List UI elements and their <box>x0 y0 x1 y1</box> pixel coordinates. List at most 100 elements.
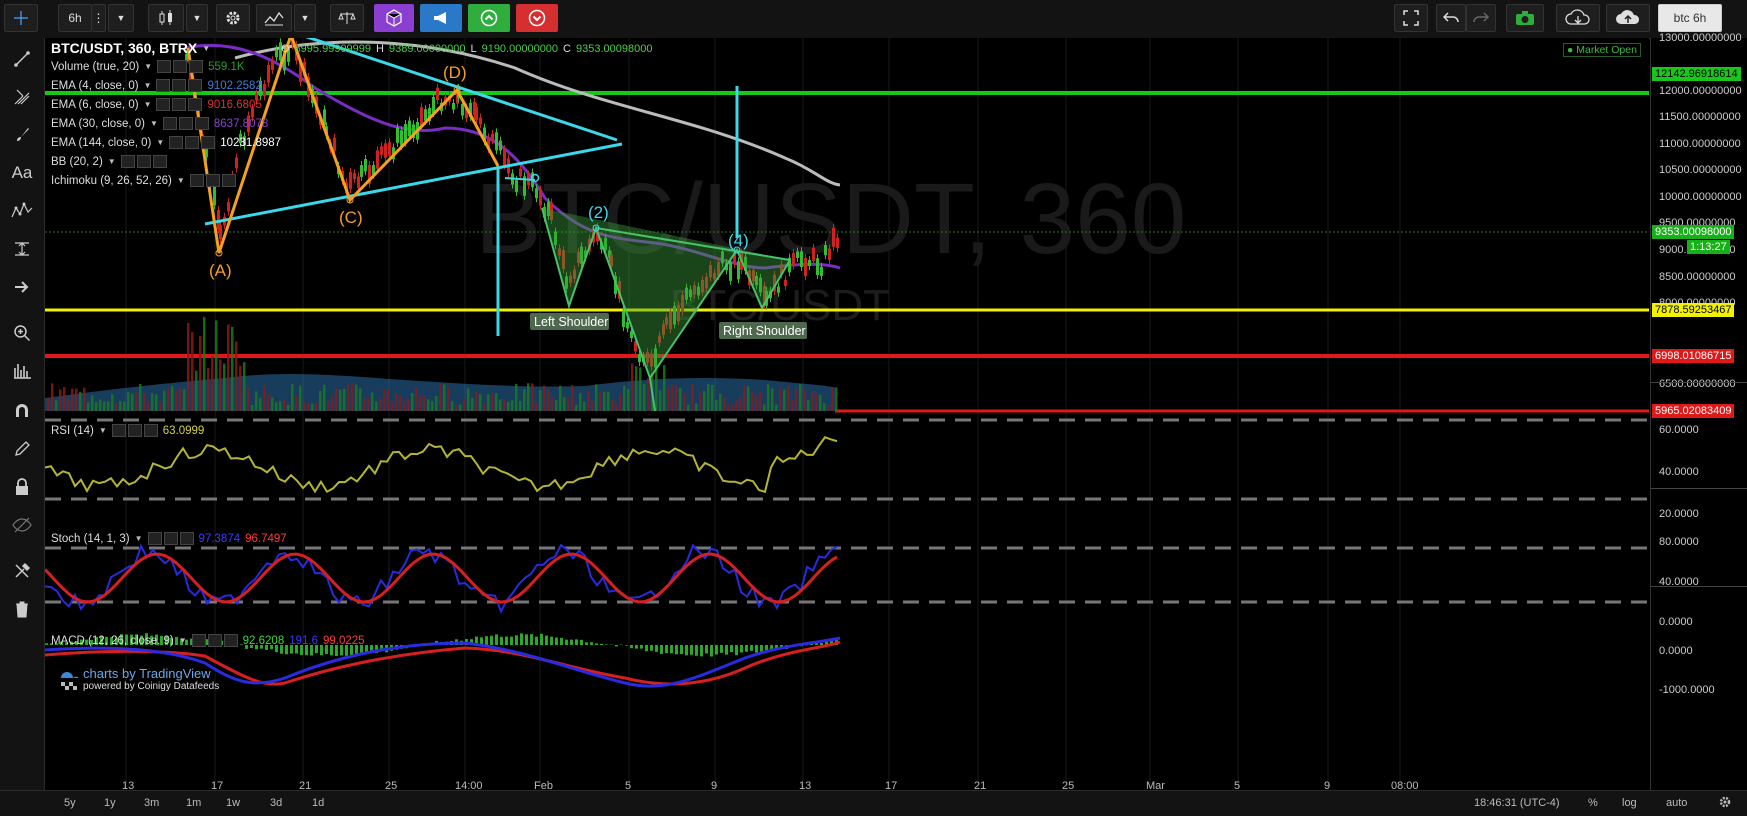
price-tick-label: 11500.00000000 <box>1659 111 1741 123</box>
indicator-label: Ichimoku (9, 26, 52, 26) <box>51 175 172 187</box>
range-button[interactable]: 5y <box>64 797 76 809</box>
indicator-legend-item[interactable]: EMA (144, close, 0)▼10231.8987 <box>51 136 281 149</box>
symbol-search-input[interactable]: btc 6h <box>1658 4 1722 32</box>
macd-axis-neg1000: -1000.0000 <box>1659 684 1715 696</box>
indicator-label: EMA (4, close, 0) <box>51 80 139 92</box>
ohlc-readout: O8995.99999999 H9389.00000000 L9190.0000… <box>281 43 652 55</box>
wave-label-2[interactable]: (2) <box>588 203 609 222</box>
indicator-label: EMA (144, close, 0) <box>51 137 151 149</box>
auto-scale-toggle[interactable]: auto <box>1666 797 1687 809</box>
indicator-value: 9016.6805 <box>207 99 261 111</box>
more-intervals-icon[interactable]: ⋮ <box>92 4 106 32</box>
percent-scale-toggle[interactable]: % <box>1588 797 1598 809</box>
text-tool-icon[interactable]: Aa <box>8 160 36 186</box>
settings-icon[interactable] <box>1718 795 1732 812</box>
settings-gear-icon[interactable] <box>216 4 250 32</box>
indicator-legend-item[interactable]: EMA (30, close, 0)▼8637.8078 <box>51 117 268 130</box>
range-button[interactable]: 1w <box>226 797 240 809</box>
candles-icon[interactable] <box>148 4 184 32</box>
rsi-axis-40: 40.0000 <box>1659 466 1699 478</box>
undo-icon[interactable] <box>1436 4 1466 32</box>
megaphone-icon[interactable] <box>420 4 462 32</box>
price-badge: 6998.01086715 <box>1652 349 1734 363</box>
range-button[interactable]: 1y <box>104 797 116 809</box>
wave-label-d[interactable]: (D) <box>443 63 467 82</box>
arrow-right-icon[interactable] <box>8 274 36 300</box>
price-tick-label: 10000.00000000 <box>1659 191 1742 203</box>
rsi-legend[interactable]: RSI (14)▼ 63.0999 <box>51 424 204 437</box>
price-badge: 9353.00098000 <box>1652 225 1734 239</box>
indicator-legend-item[interactable]: BB (20, 2)▼ <box>51 155 172 168</box>
wave-label-a[interactable]: (A) <box>209 261 232 280</box>
price-badge: 7878.59253467 <box>1652 303 1734 317</box>
range-button[interactable]: 1d <box>312 797 324 809</box>
measure-icon[interactable] <box>8 236 36 262</box>
macd-legend[interactable]: MACD (12, 26, close, 9)▼ 92.6208 191.6 9… <box>51 634 365 647</box>
price-badge: 1:13:27 <box>1687 240 1730 254</box>
market-status-badge: ● Market Open <box>1563 43 1641 57</box>
indicator-legend-item[interactable]: Ichimoku (9, 26, 52, 26)▼ <box>51 174 241 187</box>
trash-icon[interactable] <box>8 596 36 622</box>
stoch-legend[interactable]: Stoch (14, 1, 3)▼ 97.3874 96.7497 <box>51 532 287 545</box>
fullscreen-icon[interactable] <box>1394 4 1428 32</box>
branding-line2: powered by Coinigy Datafeeds <box>83 681 219 692</box>
indicators-dropdown-icon[interactable]: ▼ <box>294 4 316 32</box>
cloud-download-icon[interactable] <box>1556 4 1600 32</box>
indicators-icon[interactable] <box>256 4 292 32</box>
indicator-label: EMA (30, close, 0) <box>51 118 145 130</box>
arrow-up-circle-icon[interactable] <box>468 4 510 32</box>
tools-icon[interactable] <box>8 558 36 584</box>
interval-dropdown-icon[interactable]: ▼ <box>108 4 134 32</box>
crosshair-icon[interactable] <box>4 4 38 32</box>
eye-hidden-icon[interactable] <box>8 512 36 538</box>
camera-icon[interactable] <box>1506 4 1544 32</box>
symbol-line: BTC/USDT, 360, BTRX <box>51 40 197 56</box>
indicator-label: BB (20, 2) <box>51 156 103 168</box>
wave-label-c[interactable]: (C) <box>339 208 363 227</box>
tradingview-branding[interactable]: charts by TradingView powered by Coinigy… <box>61 666 219 692</box>
indicator-legend-item[interactable]: EMA (4, close, 0)▼9102.2582 <box>51 79 262 92</box>
top-toolbar: 6h ⋮ ▼ ▼ ▼ btc 6h <box>0 0 1747 39</box>
price-badge: 12142.96918614 <box>1652 67 1741 81</box>
indicator-legend-item[interactable]: EMA (6, close, 0)▼9016.6805 <box>51 98 262 111</box>
arrow-down-circle-icon[interactable] <box>516 4 558 32</box>
chart-canvas[interactable]: BTC/USDT, 360 BTC/USDT <box>45 38 1649 790</box>
range-button[interactable]: 3m <box>144 797 159 809</box>
symbol-search-value: btc 6h <box>1674 11 1707 25</box>
rsi-line <box>45 437 837 492</box>
symbol-title[interactable]: BTC/USDT, 360, BTRX▼ <box>51 40 210 56</box>
stoch-axis-80: 80.0000 <box>1659 536 1699 548</box>
lock-icon[interactable] <box>8 474 36 500</box>
pitchfork-icon[interactable] <box>8 84 36 110</box>
price-axis[interactable]: 13000.0000000012000.0000000011500.000000… <box>1650 38 1747 790</box>
indicator-legend-item[interactable]: Volume (true, 20)▼559.1K <box>51 60 245 73</box>
log-scale-toggle[interactable]: log <box>1622 797 1637 809</box>
cloud-upload-icon[interactable] <box>1606 4 1650 32</box>
pencil-lock-icon[interactable] <box>8 436 36 462</box>
range-button[interactable]: 3d <box>270 797 282 809</box>
brush-icon[interactable] <box>8 122 36 148</box>
branding-line1: charts by TradingView <box>83 666 211 681</box>
right-shoulder-label[interactable]: Right Shoulder <box>723 324 806 338</box>
drawing-toolbar: Aa <box>0 38 45 815</box>
compare-scale-icon[interactable] <box>330 4 364 32</box>
chart-type-dropdown-icon[interactable]: ▼ <box>186 4 208 32</box>
magnet-icon[interactable] <box>8 398 36 424</box>
chart-drawing-layer: BTC/USDT, 360 BTC/USDT <box>45 38 1649 790</box>
pattern-icon[interactable] <box>8 198 36 224</box>
tradingview-logo-icon <box>61 668 79 680</box>
rsi-axis-20: 20.0000 <box>1659 508 1699 520</box>
macd-axis-0: 0.0000 <box>1659 645 1693 657</box>
wave-label-4[interactable]: (4) <box>728 231 749 250</box>
cube-icon[interactable] <box>374 4 414 32</box>
left-shoulder-label[interactable]: Left Shoulder <box>534 315 608 329</box>
indicator-value: 8637.8078 <box>214 118 268 130</box>
trend-line-icon[interactable] <box>8 46 36 72</box>
zoom-icon[interactable] <box>8 320 36 346</box>
bar-ruler-icon[interactable] <box>8 358 36 384</box>
indicator-label: EMA (6, close, 0) <box>51 99 139 111</box>
interval-button[interactable]: 6h <box>58 4 92 32</box>
interval-label: 6h <box>68 11 81 25</box>
redo-icon[interactable] <box>1466 4 1496 32</box>
range-button[interactable]: 1m <box>186 797 201 809</box>
